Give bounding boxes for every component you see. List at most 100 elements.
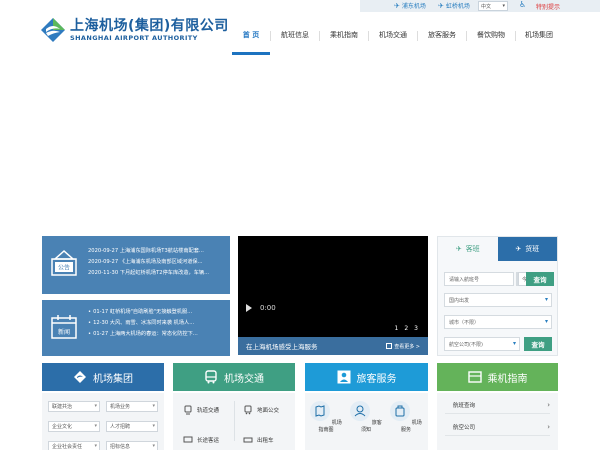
chevron-down-icon: ▾	[152, 403, 155, 409]
pudong-airport-label: 浦东机场	[401, 3, 426, 10]
news-text: 12-30 大风、雨雪、冰冻同时来袭 机场人...	[93, 320, 195, 326]
hongqiao-airport-label: 虹桥机场	[445, 3, 470, 10]
nav-item-service[interactable]: 旅客服务	[418, 26, 466, 56]
select-value: 机场业务	[110, 404, 131, 410]
service-label: 机场指南图	[318, 420, 342, 433]
chevron-down-icon: ▾	[152, 423, 155, 429]
pudong-airport-link[interactable]: ✈ 浦东机场	[394, 1, 426, 11]
view-more-link[interactable]: 查看更多 >	[386, 343, 420, 350]
airline-value: 航空公司(不限)	[449, 341, 483, 348]
nav-item-group[interactable]: 机场集团	[516, 26, 562, 56]
group-select-1[interactable]: 联建共治 ▾	[48, 401, 100, 412]
train-icon	[184, 405, 192, 415]
language-select[interactable]: 中文 ▾	[478, 1, 508, 11]
transport-link-coach[interactable]: 长途客运	[183, 435, 219, 445]
news-item[interactable]: • 12-30 大风、雨雪、冰冻同时来袭 机场人...	[88, 318, 226, 329]
accessibility-icon[interactable]: ♿	[519, 0, 526, 9]
video-page-3[interactable]: 3	[414, 325, 418, 332]
news-calendar-icon[interactable]: 新闻	[49, 312, 79, 342]
site-logo[interactable]: 上海机场(集团)有限公司 SHANGHAI AIRPORT AUTHORITY	[40, 17, 229, 43]
chevron-down-icon: ▾	[544, 296, 548, 303]
flight-query-button[interactable]: 查询	[526, 272, 554, 286]
category-transport[interactable]: 机场交通	[173, 363, 295, 391]
chevron-down-icon: ▾	[152, 443, 155, 449]
news-item[interactable]: • 01-27 上海两大机场的春运：常态化防控下...	[88, 329, 226, 340]
chevron-down-icon: ▾	[94, 423, 97, 429]
tab-passenger[interactable]: ✈ 客班	[438, 237, 498, 261]
hero-banner[interactable]	[0, 58, 600, 228]
utility-bar: ✈ 浦东机场 ✈ 虹桥机场 中文 ▾ ♿ 特别提示	[0, 0, 600, 12]
video-pagination: 1 2 3	[395, 325, 418, 332]
group-select-6[interactable]: 招标信息 ▾	[106, 441, 158, 450]
chevron-down-icon: ▾	[94, 443, 97, 449]
category-label: 旅客服务	[356, 373, 397, 385]
city-value: 城市（不限）	[449, 319, 480, 326]
airline-select[interactable]: 航空公司(不限) ▾	[444, 337, 520, 351]
tab-passenger-label: 客班	[465, 245, 480, 253]
play-icon[interactable]	[246, 304, 252, 312]
video-page-2[interactable]: 2	[404, 325, 408, 332]
video-page-1[interactable]: 1	[395, 325, 399, 332]
group-select-2[interactable]: 机场业务 ▾	[106, 401, 158, 412]
tab-cargo-label: 货班	[525, 245, 540, 253]
group-select-5[interactable]: 企业社会责任 ▾	[48, 441, 100, 450]
airline-query-button[interactable]: 查询	[524, 337, 552, 351]
video-caption-bar: 在上海机场感受上海服务 查看更多 >	[238, 337, 428, 355]
transport-link-rail[interactable]: 轨道交通	[183, 405, 219, 415]
category-service[interactable]: 旅客服务	[305, 363, 428, 391]
route-value: 国内出发	[449, 297, 470, 304]
guide-label: 航空公司	[453, 424, 476, 431]
service-link-airport[interactable]: 机场服务	[389, 401, 423, 433]
luggage-icon	[390, 401, 411, 421]
service-label: 旅客须知	[360, 420, 382, 433]
transport-label: 轨道交通	[197, 408, 220, 414]
category-label: 乘机指南	[487, 373, 528, 385]
nav-item-dining[interactable]: 餐饮购物	[467, 26, 515, 56]
nav-item-home[interactable]: 首 页	[232, 26, 270, 56]
chevron-down-icon: ▾	[94, 403, 97, 409]
city-select[interactable]: 城市（不限） ▾	[444, 315, 552, 329]
special-notice-link[interactable]: 特别提示	[536, 2, 560, 11]
notice-board-icon[interactable]: 公告	[49, 249, 79, 279]
nav-item-guide[interactable]: 乘机指南	[320, 26, 368, 56]
news-icon-label: 新闻	[58, 328, 70, 336]
tab-cargo[interactable]: ✈ 货班	[497, 237, 557, 261]
flight-number-input[interactable]: 请输入航班号	[444, 272, 514, 286]
news-panel: 新闻 • 01-17 虹桥机场"自助刷脸"无接触登机服... • 12-30 大风、…	[42, 300, 230, 356]
guide-link-flight-query[interactable]: 航班查询 ›	[445, 396, 550, 414]
transport-label: 长途客运	[197, 438, 220, 444]
nav-item-transport[interactable]: 机场交通	[369, 26, 417, 56]
plane-icon: ✈	[438, 1, 444, 10]
category-label: 机场交通	[224, 373, 264, 385]
category-guide[interactable]: 乘机指南	[437, 363, 558, 391]
chevron-down-icon: ▾	[544, 318, 548, 325]
select-value: 招标信息	[110, 444, 131, 450]
category-airport-group[interactable]: 机场集团	[42, 363, 164, 391]
transport-link-bus[interactable]: 地面公交	[243, 405, 279, 415]
notice-item[interactable]: 2020-09-27 上海浦东国际机场T3航站楼南配套...	[88, 246, 226, 257]
guide-link-airlines[interactable]: 航空公司 ›	[445, 418, 550, 436]
group-select-4[interactable]: 人才招聘 ▾	[106, 421, 158, 432]
service-link-notice[interactable]: 旅客须知	[349, 401, 383, 433]
nav-item-flights[interactable]: 航班信息	[271, 26, 319, 56]
taxi-icon	[243, 437, 253, 443]
notice-icon-label: 公告	[58, 264, 70, 272]
service-links-panel: 机场指南图 旅客须知 机场服务	[305, 393, 428, 450]
plane-icon: ✈	[455, 245, 462, 253]
language-value: 中文	[481, 3, 492, 10]
service-link-map[interactable]: 机场指南图	[309, 401, 343, 433]
divider	[234, 401, 235, 441]
group-logo-icon	[74, 371, 86, 383]
notice-item[interactable]: 2020-09-27 《上海浦东机场及南部区域河道保...	[88, 257, 226, 268]
cargo-plane-icon: ✈	[515, 245, 522, 253]
group-select-3[interactable]: 企业文化 ▾	[48, 421, 100, 432]
person-icon	[337, 370, 350, 384]
hongqiao-airport-link[interactable]: ✈ 虹桥机场	[438, 1, 470, 11]
transport-link-taxi[interactable]: 出租车	[243, 435, 274, 445]
route-select[interactable]: 国内出发 ▾	[444, 293, 552, 307]
notice-item[interactable]: 2020-11-30 下月起虹桥机场T2停车库改造，车辆...	[88, 268, 226, 279]
bus-icon	[205, 370, 217, 384]
logo-mark-icon	[41, 18, 65, 42]
chevron-right-icon: ›	[547, 400, 550, 409]
news-item[interactable]: • 01-17 虹桥机场"自助刷脸"无接触登机服...	[88, 307, 226, 318]
